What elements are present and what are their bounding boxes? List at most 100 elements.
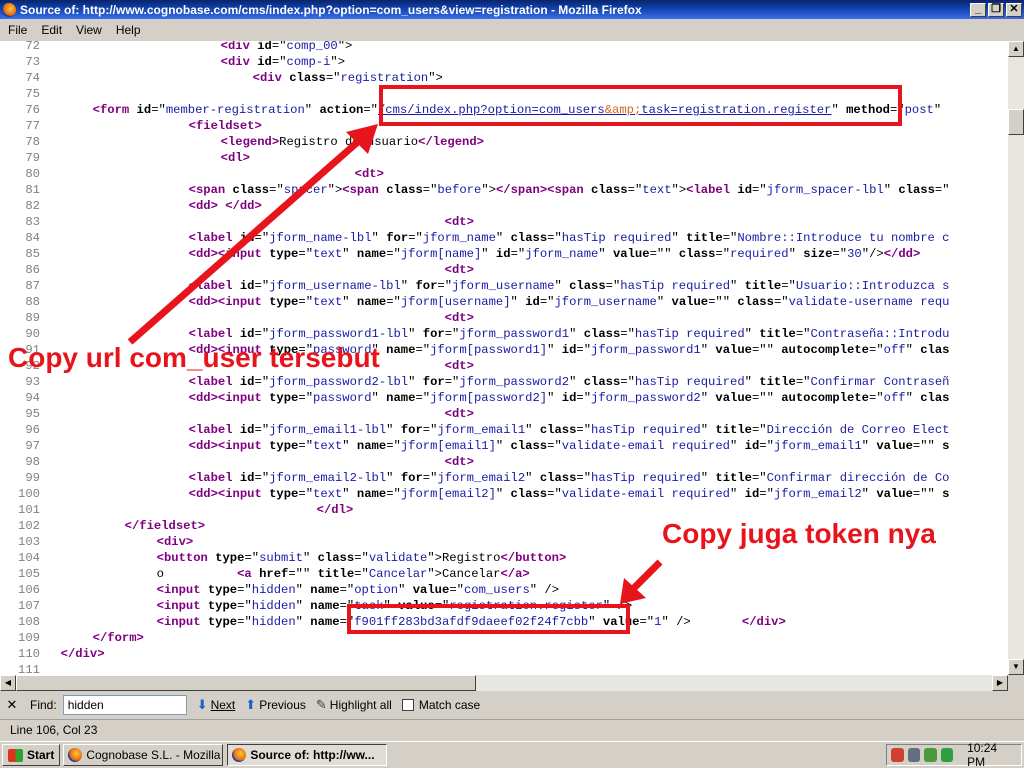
arrow-down-icon: ⬇ (196, 697, 208, 712)
close-window-button[interactable]: ✕ (1006, 2, 1022, 17)
token-annotation: Copy juga token nya (662, 518, 936, 549)
tray-security-icon[interactable] (924, 748, 937, 762)
close-findbar-icon[interactable]: ✕ (0, 697, 24, 713)
firefox-icon (68, 748, 83, 762)
line-number: 84 (25, 231, 40, 245)
taskbar-button-cognobase[interactable]: Cognobase S.L. - Mozilla ... (63, 744, 224, 766)
maximize-button[interactable]: ❐ (988, 2, 1004, 17)
find-previous-button[interactable]: ⬆ Previous (245, 697, 306, 713)
menu-bar: File Edit View Help (0, 19, 1024, 41)
source-line: 75 (0, 86, 55, 102)
taskbar-button-source[interactable]: Source of: http://ww... (227, 744, 388, 766)
source-line: 78 <legend>Registro de usuario</legend> (0, 134, 484, 150)
line-number: 78 (25, 135, 40, 149)
highlight-all-button[interactable]: ✎ Highlight all (316, 697, 392, 713)
tray-app-icon[interactable] (891, 748, 904, 762)
url-highlight-box (379, 85, 902, 126)
vertical-scroll-thumb[interactable] (1008, 109, 1024, 135)
status-text: Line 106, Col 23 (10, 723, 98, 737)
line-code: <dd> </dd> (188, 199, 262, 213)
source-line: 106 <input type="hidden" name="option" v… (0, 582, 559, 598)
line-number: 97 (25, 439, 40, 453)
firefox-icon (232, 748, 247, 762)
source-line: 97 <dd><input type="text" name="jform[em… (0, 438, 949, 454)
line-code: <label id="jform_email1-lbl" for="jform_… (188, 423, 950, 437)
source-line: 98 <dt> (0, 454, 474, 470)
line-code: <label id="jform_email2-lbl" for="jform_… (188, 471, 950, 485)
source-line: 104 <button type="submit" class="validat… (0, 550, 566, 566)
vertical-scrollbar[interactable]: ▲ ▼ (1008, 41, 1024, 675)
line-code: <div id="comp_00"> (220, 41, 353, 53)
menu-view[interactable]: View (76, 23, 102, 37)
tray-warning-icon[interactable] (940, 748, 954, 762)
line-code: <dt> (444, 311, 474, 325)
source-line: 94 <dd><input type="password" name="jfor… (0, 390, 949, 406)
line-number: 82 (25, 199, 40, 213)
source-line: 85 <dd><input type="text" name="jform[na… (0, 246, 920, 262)
source-line: 102 </fieldset> (0, 518, 205, 534)
line-code: </div> (60, 647, 105, 661)
source-line: 79 <dl> (0, 150, 250, 166)
source-line: 90 <label id="jform_password1-lbl" for="… (0, 326, 949, 342)
source-line: 101 </dl> (0, 502, 353, 518)
match-case-checkbox[interactable]: Match case (401, 698, 481, 712)
source-line: 82 <dd> </dd> (0, 198, 262, 214)
line-code: <span class="spacer"><span class="before… (188, 183, 950, 197)
window-title-bar[interactable]: Source of: http://www.cognobase.com/cms/… (0, 0, 1024, 19)
line-number: 111 (18, 663, 40, 675)
start-button[interactable]: Start (2, 744, 61, 766)
line-number: 94 (25, 391, 40, 405)
line-code: <button type="submit" class="validate">R… (156, 551, 567, 565)
source-line: 77 <fieldset> (0, 118, 261, 134)
menu-edit[interactable]: Edit (41, 23, 62, 37)
find-next-button[interactable]: ⬇ Next (197, 697, 236, 713)
line-number: 83 (25, 215, 40, 229)
find-previous-label: Previous (259, 698, 306, 712)
line-number: 107 (18, 599, 40, 613)
line-code: <dd><input type="text" name="jform[usern… (188, 295, 950, 309)
horizontal-scroll-thumb[interactable] (16, 675, 476, 691)
source-line: 109 </form> (0, 630, 144, 646)
line-number: 104 (18, 551, 40, 565)
line-number: 101 (18, 503, 40, 517)
line-code: <div id="comp-i"> (220, 55, 346, 69)
line-number: 109 (18, 631, 40, 645)
taskbar-button-label: Cognobase S.L. - Mozilla ... (86, 748, 224, 762)
line-code: <legend>Registro de usuario</legend> (220, 135, 484, 149)
scroll-right-icon[interactable]: ▶ (992, 675, 1008, 691)
scroll-down-icon[interactable]: ▼ (1008, 659, 1024, 675)
source-line: 103 <div> (0, 534, 193, 550)
tray-network-icon[interactable] (907, 748, 921, 762)
line-number: 76 (25, 103, 40, 117)
source-line: 105 o <a href="" title="Cancelar">Cancel… (0, 566, 530, 582)
line-number: 79 (25, 151, 40, 165)
line-code: <dd><input type="text" name="jform[name]… (188, 247, 921, 261)
line-number: 106 (18, 583, 40, 597)
line-code: <div class="registration"> (252, 71, 443, 85)
arrow-up-icon: ⬆ (245, 697, 257, 712)
windows-logo-icon (8, 748, 23, 762)
minimize-button[interactable]: _ (970, 2, 986, 17)
clock: 10:24 PM (967, 741, 998, 769)
line-code: <dt> (444, 263, 474, 277)
line-code: <dd><input type="text" name="jform[email… (188, 487, 950, 501)
horizontal-scrollbar[interactable]: ◀ ▶ (0, 675, 1008, 691)
line-code: <label id="jform_name-lbl" for="jform_na… (188, 231, 950, 245)
line-number: 110 (18, 647, 40, 661)
line-number: 103 (18, 535, 40, 549)
url-annotation: Copy url com_user tersebut (8, 342, 380, 373)
source-line: 83 <dt> (0, 214, 474, 230)
scroll-up-icon[interactable]: ▲ (1008, 41, 1024, 57)
system-tray: 10:24 PM (886, 741, 1022, 769)
menu-file[interactable]: File (8, 23, 27, 37)
find-input[interactable] (62, 695, 187, 715)
line-number: 96 (25, 423, 40, 437)
match-case-label: Match case (418, 698, 481, 712)
line-number: 74 (25, 71, 40, 85)
menu-help[interactable]: Help (116, 23, 141, 37)
scroll-left-icon[interactable]: ◀ (0, 675, 16, 691)
source-line: 81 <span class="spacer"><span class="bef… (0, 182, 950, 198)
source-line: 99 <label id="jform_email2-lbl" for="jfo… (0, 470, 949, 486)
source-line: 93 <label id="jform_password2-lbl" for="… (0, 374, 949, 390)
line-number: 89 (25, 311, 40, 325)
